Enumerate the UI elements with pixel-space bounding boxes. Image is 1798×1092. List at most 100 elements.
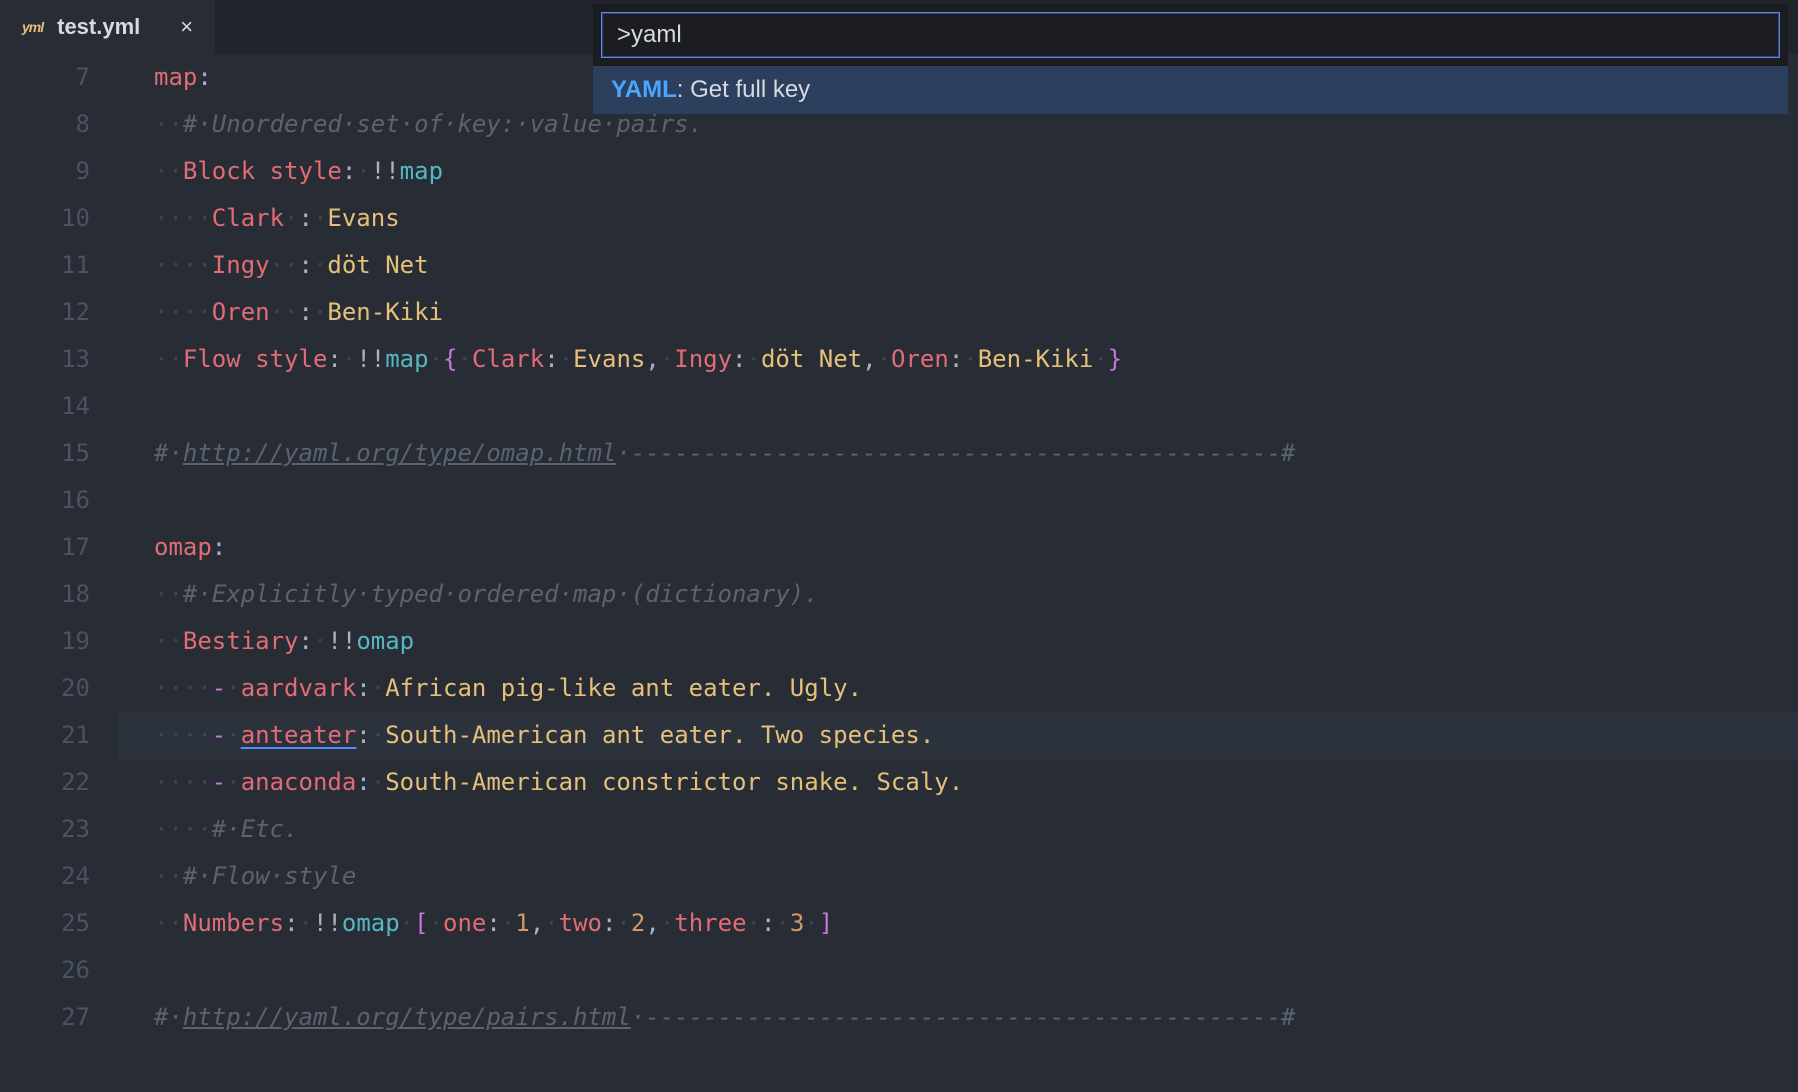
- line-number: 21: [0, 712, 90, 759]
- line-number: 22: [0, 759, 90, 806]
- line-number: 9: [0, 148, 90, 195]
- command-palette-result-text: : Get full key: [677, 76, 810, 103]
- code-line[interactable]: ··Numbers:·!!omap·[·one:·1,·two:·2,·thre…: [154, 900, 1798, 947]
- code-line[interactable]: #·http://yaml.org/type/omap.html·-------…: [154, 430, 1798, 477]
- code-line[interactable]: [154, 477, 1798, 524]
- token-ws: ·: [963, 345, 977, 373]
- token-punct: !!: [327, 627, 356, 655]
- token-tag: omap: [356, 627, 414, 655]
- token-ws: ·: [226, 768, 240, 796]
- token-punct: :: [356, 721, 370, 749]
- line-number: 23: [0, 806, 90, 853]
- token-ws: ·: [313, 251, 327, 279]
- token-ws: ·: [544, 909, 558, 937]
- token-ws: ··: [154, 110, 183, 138]
- token-ws: ····: [154, 251, 212, 279]
- token-punct: :: [299, 298, 313, 326]
- token-key: Clark: [472, 345, 544, 373]
- token-punct: :: [732, 345, 746, 373]
- token-comment: #·: [154, 1003, 183, 1031]
- code-line[interactable]: ··Bestiary:·!!omap: [154, 618, 1798, 665]
- command-palette-result[interactable]: YAML: Get full key: [593, 66, 1788, 114]
- command-palette: YAML: Get full key: [593, 4, 1788, 114]
- token-ws: ·: [660, 345, 674, 373]
- code-line[interactable]: ··#·Flow·style: [154, 853, 1798, 900]
- code-line[interactable]: ····Oren··:·Ben-Kiki: [154, 289, 1798, 336]
- token-ws: ·: [299, 909, 313, 937]
- code-line[interactable]: ··#·Explicitly·typed·ordered·map·(dictio…: [154, 571, 1798, 618]
- code-line[interactable]: #·http://yaml.org/type/pairs.html·------…: [154, 994, 1798, 1041]
- editor[interactable]: 789101112131415161718192021222324252627 …: [0, 54, 1798, 1092]
- token-ws: ·: [226, 721, 240, 749]
- token-key: Bestiary: [183, 627, 299, 655]
- token-key: Oren: [212, 298, 270, 326]
- token-ws: ·: [400, 909, 414, 937]
- token-num: 1: [515, 909, 529, 937]
- code-line[interactable]: [154, 383, 1798, 430]
- token-str: African pig-like ant eater. Ugly.: [385, 674, 862, 702]
- token-str: South-American ant eater. Two species.: [385, 721, 934, 749]
- token-punct: !!: [371, 157, 400, 185]
- token-ws: ·: [226, 674, 240, 702]
- token-punct: :: [284, 909, 298, 937]
- token-ws: ·: [313, 298, 327, 326]
- token-str: döt Net: [761, 345, 862, 373]
- token-key: anaconda: [241, 768, 357, 796]
- token-key: three: [674, 909, 746, 937]
- command-palette-input[interactable]: [602, 13, 1779, 57]
- line-number: 15: [0, 430, 90, 477]
- token-ws: ·: [559, 345, 573, 373]
- tab-test-yml[interactable]: yml test.yml ×: [0, 0, 215, 54]
- token-punct: :: [299, 251, 313, 279]
- line-number: 16: [0, 477, 90, 524]
- code-area[interactable]: map:··#·Unordered·set·of·key:·value·pair…: [118, 54, 1798, 1092]
- token-punct: :: [761, 909, 775, 937]
- code-line[interactable]: [154, 947, 1798, 994]
- token-punct: ,: [645, 909, 659, 937]
- token-punct: :: [356, 768, 370, 796]
- token-key: Flow style: [183, 345, 328, 373]
- token-punct: :: [544, 345, 558, 373]
- token-ws: ·: [775, 909, 789, 937]
- token-key: Clark: [212, 204, 284, 232]
- code-line[interactable]: ····-·aardvark:·African pig-like ant eat…: [154, 665, 1798, 712]
- token-ws: ·: [616, 909, 630, 937]
- token-punct: :: [342, 157, 356, 185]
- token-comment: #·Unordered·set·of·key:·value·pairs.: [183, 110, 703, 138]
- code-line[interactable]: ··Flow style:·!!map·{·Clark:·Evans,·Ingy…: [154, 336, 1798, 383]
- token-ws: ·: [804, 909, 818, 937]
- code-line[interactable]: ····Ingy··:·döt Net: [154, 242, 1798, 289]
- command-palette-result-highlight: YAML: [611, 76, 677, 103]
- token-tag: omap: [342, 909, 400, 937]
- token-comment: #·Etc.: [212, 815, 299, 843]
- token-ws: ·: [313, 204, 327, 232]
- token-ws: ··: [154, 627, 183, 655]
- line-number: 7: [0, 54, 90, 101]
- token-comment: #·Explicitly·typed·ordered·map·(dictiona…: [183, 580, 819, 608]
- token-ws: ·: [356, 157, 370, 185]
- code-line[interactable]: ····Clark·:·Evans: [154, 195, 1798, 242]
- token-ws: ··: [154, 862, 183, 890]
- token-punct: :: [299, 204, 313, 232]
- token-punct: :: [602, 909, 616, 937]
- token-brace: }: [1108, 345, 1122, 373]
- token-brace: [: [414, 909, 428, 937]
- token-ws: ·: [747, 345, 761, 373]
- token-ws: ··: [154, 157, 183, 185]
- line-number: 26: [0, 947, 90, 994]
- close-icon[interactable]: ×: [180, 14, 193, 40]
- token-ws: ·: [284, 204, 298, 232]
- token-punct: :: [327, 345, 341, 373]
- token-ws: ·: [313, 627, 327, 655]
- line-number-gutter: 789101112131415161718192021222324252627: [0, 54, 118, 1092]
- code-line[interactable]: ····#·Etc.: [154, 806, 1798, 853]
- code-line[interactable]: ····-·anaconda:·South-American constrict…: [154, 759, 1798, 806]
- token-str: Ben-Kiki: [327, 298, 443, 326]
- code-line[interactable]: ··Block style:·!!map: [154, 148, 1798, 195]
- code-line[interactable]: omap:: [154, 524, 1798, 571]
- token-dash: -: [212, 674, 226, 702]
- token-comment-u: http://yaml.org/type/omap.html: [183, 439, 616, 467]
- line-number: 14: [0, 383, 90, 430]
- token-ws: ··: [270, 251, 299, 279]
- code-line[interactable]: ····-·anteater:·South-American ant eater…: [118, 712, 1798, 759]
